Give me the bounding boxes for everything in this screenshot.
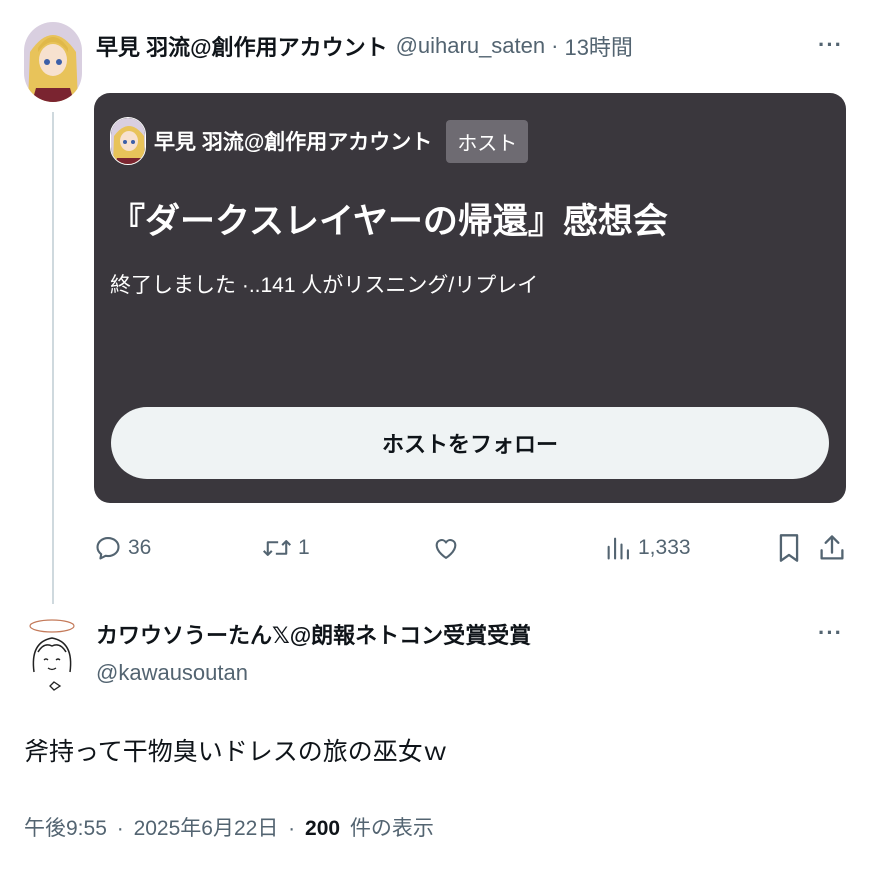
meta-separator: · bbox=[116, 817, 124, 840]
tweet-time[interactable]: 13時間 bbox=[564, 30, 632, 62]
bookmark-button[interactable] bbox=[776, 530, 802, 566]
thread-connector-line bbox=[52, 112, 54, 604]
share-button[interactable] bbox=[818, 530, 846, 566]
reply-tweet-time[interactable]: 午後9:55 bbox=[24, 817, 107, 840]
reply-count: 36 bbox=[128, 536, 152, 559]
reply-author-display-name[interactable]: カワウソうーたん𝕏@朗報ネトコン受賞受賞 bbox=[96, 618, 531, 650]
author-avatar[interactable] bbox=[24, 22, 82, 102]
meta-separator: · bbox=[288, 817, 296, 840]
reply-views-count: 200 bbox=[305, 817, 341, 840]
host-badge: ホスト bbox=[446, 119, 529, 163]
space-host-row: 早見 羽流@創作用アカウント ホスト bbox=[110, 117, 529, 165]
space-status: 終了しました ·..141 人がリスニング/リプレイ bbox=[110, 274, 539, 297]
host-avatar-image bbox=[111, 118, 145, 164]
repost-icon bbox=[262, 540, 292, 556]
author-handle[interactable]: @uiharu_saten bbox=[396, 33, 546, 59]
repost-button[interactable]: 1 bbox=[262, 530, 310, 566]
tweet-header: 早見 羽流@創作用アカウント @uiharu_saten · 13時間 bbox=[96, 30, 633, 62]
reply-more-icon[interactable]: ··· bbox=[818, 620, 843, 646]
author-display-name[interactable]: 早見 羽流@創作用アカウント bbox=[96, 30, 388, 62]
views-button[interactable]: 1,333 bbox=[604, 530, 691, 566]
share-icon bbox=[820, 535, 844, 560]
space-title: 『ダークスレイヤーの帰還』感想会 bbox=[110, 202, 668, 241]
space-host-name: 早見 羽流@創作用アカウント bbox=[154, 131, 433, 154]
sketch-avatar-image bbox=[24, 612, 80, 696]
reply-views-label: 件の表示 bbox=[349, 817, 434, 840]
views-icon bbox=[607, 537, 629, 560]
repost-count: 1 bbox=[298, 536, 310, 559]
like-button[interactable] bbox=[432, 530, 466, 566]
reply-author-handle[interactable]: @kawausoutan bbox=[96, 660, 248, 686]
reply-tweet-text: 斧持って干物臭いドレスの旅の巫女ｗ bbox=[24, 738, 448, 766]
bookmark-icon bbox=[779, 534, 799, 562]
reply-tweet-meta: 午後9:55 · 2025年6月22日 · 200 件の表示 bbox=[24, 812, 434, 842]
host-avatar bbox=[110, 117, 146, 165]
reply-author-avatar[interactable] bbox=[24, 612, 80, 696]
follow-host-button[interactable]: ホストをフォロー bbox=[111, 407, 829, 479]
like-icon bbox=[435, 539, 457, 559]
space-card[interactable]: 早見 羽流@創作用アカウント ホスト 『ダークスレイヤーの帰還』感想会 終了しま… bbox=[94, 93, 846, 503]
header-separator: · bbox=[551, 33, 559, 58]
reply-tweet-date[interactable]: 2025年6月22日 bbox=[134, 817, 279, 840]
reply-icon bbox=[96, 537, 120, 560]
more-icon[interactable]: ··· bbox=[818, 32, 843, 58]
anime-avatar-image bbox=[24, 22, 82, 102]
reply-button[interactable]: 36 bbox=[94, 530, 151, 566]
views-count: 1,333 bbox=[638, 536, 691, 559]
